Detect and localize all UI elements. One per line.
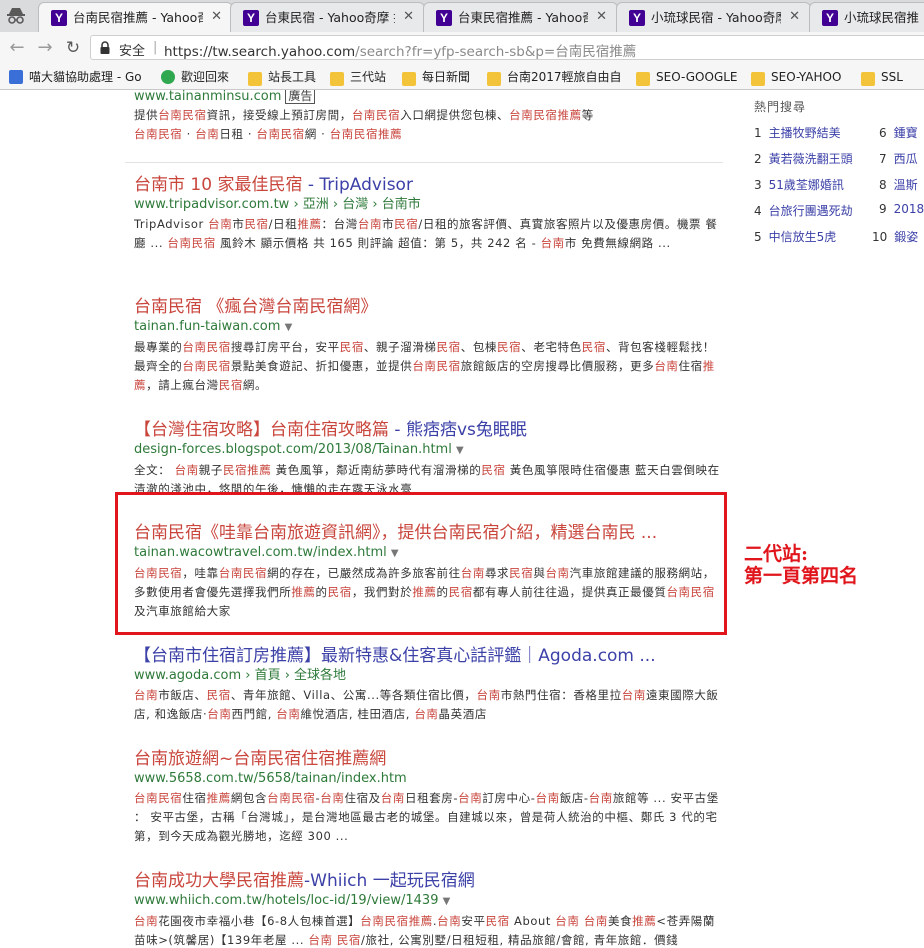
bookmarks-bar: 喵大貓協助處理 - Go 歡迎回來 站長工具 三代站 每日新聞 台南2017輕旅… bbox=[0, 63, 924, 90]
secure-label: 安全 bbox=[119, 44, 146, 59]
search-result: 台南旅遊網~台南民宿住宿推薦網 www.5658.com.tw/5658/tai… bbox=[134, 748, 722, 846]
chevron-down-icon[interactable]: ▼ bbox=[443, 896, 451, 907]
result-url[interactable]: www.5658.com.tw/5658/tainan/index.htm bbox=[134, 771, 407, 786]
yahoo-favicon-icon: Y bbox=[629, 10, 645, 26]
forward-arrow-icon[interactable]: → bbox=[34, 37, 56, 59]
yahoo-favicon-icon: Y bbox=[51, 10, 67, 26]
close-tab-icon[interactable]: ✕ bbox=[403, 9, 414, 24]
folder-icon bbox=[248, 72, 262, 86]
annotation-highlight-box bbox=[115, 492, 727, 635]
result-snippet: 台南市飯店、民宿、青年旅館、Villa、公寓...等各類住宿比價，台南市熱門住宿… bbox=[134, 688, 719, 721]
tab-1[interactable]: Y 台東民宿 - Yahoo奇摩 搜 ✕ bbox=[230, 2, 425, 32]
yahoo-favicon-icon: Y bbox=[243, 10, 259, 26]
search-result: 台南成功大學民宿推薦-Whiich 一起玩民宿網 www.whiich.com.… bbox=[134, 870, 722, 948]
hot-search-item[interactable]: 10 鍛姿 bbox=[872, 228, 918, 245]
result-snippet: TripAdvisor 台南市民宿/日租推薦：台灣台南市民宿/日租的旅客評價、真… bbox=[134, 217, 718, 250]
result-title-link[interactable]: 【台灣住宿攻略】台南住宿攻略篇 - 熊痞痞vs兔眠眠 bbox=[134, 419, 722, 441]
result-title-link[interactable]: 【台南市住宿訂房推薦】最新特惠&住客真心話評鑑｜Agoda.com ... bbox=[134, 645, 722, 667]
yahoo-favicon-icon: Y bbox=[436, 10, 452, 26]
incognito-icon bbox=[7, 8, 25, 24]
result-snippet: 台南民宿住宿推薦網包含台南民宿-台南住宿及台南日租套房-台南訂房中心-台南飯店-… bbox=[134, 791, 719, 843]
folder-icon bbox=[330, 72, 344, 86]
result-url[interactable]: www.tripadvisor.com.tw bbox=[134, 197, 289, 212]
hot-search-item[interactable]: 9 2018 bbox=[879, 202, 924, 216]
hot-search-item[interactable]: 2 黃若薇洗翻王頭 bbox=[754, 150, 853, 167]
search-result: 【台灣住宿攻略】台南住宿攻略篇 - 熊痞痞vs兔眠眠 design-forces… bbox=[134, 419, 722, 497]
result-breadcrumb[interactable]: › 首頁 › 全球各地 bbox=[245, 668, 346, 683]
hot-search-item[interactable]: 8 溫斯 bbox=[879, 176, 918, 193]
folder-icon bbox=[402, 72, 416, 86]
ad-badge: 廣告 bbox=[285, 90, 316, 104]
tab-strip: Y 台南民宿推薦 - Yahoo奇 ✕ Y 台東民宿 - Yahoo奇摩 搜 ✕… bbox=[0, 0, 924, 32]
hot-search-item[interactable]: 7 西瓜 bbox=[879, 150, 918, 167]
result-snippet: 最專業的台南民宿搜尋訂房平台，安平民宿、親子溜滑梯民宿、包棟民宿、老宅特色民宿、… bbox=[134, 340, 715, 392]
result-title-link[interactable]: 台南民宿 《瘋台灣台南民宿網》 bbox=[134, 296, 722, 318]
chevron-down-icon[interactable]: ▼ bbox=[285, 322, 293, 333]
result-breadcrumb[interactable]: › 亞洲 › 台灣 › 台南市 bbox=[293, 197, 420, 212]
search-result: 【台南市住宿訂房推薦】最新特惠&住客真心話評鑑｜Agoda.com ... ww… bbox=[134, 645, 722, 724]
folder-icon bbox=[636, 72, 650, 86]
address-bar-row: ← → ↻ 安全 | https://tw.search.yahoo.com/s… bbox=[0, 32, 924, 63]
hot-searches-header: 熱門搜尋 bbox=[754, 100, 807, 114]
hot-search-item[interactable]: 4 台旅行團遇死劫 bbox=[754, 202, 853, 219]
result-snippet: 台南花園夜市幸福小巷【6-8人包棟首選】台南民宿推薦.台南安平民宿 About … bbox=[134, 914, 716, 947]
result-snippet: 提供台南民宿資訊，接受線上預訂房間，台南民宿入口網提供您包棟、台南民宿推薦等 bbox=[134, 108, 594, 122]
hot-search-item[interactable]: 6 鍾寶 bbox=[879, 124, 918, 141]
annotation-note: 二代站: 第一頁第四名 bbox=[744, 543, 859, 587]
result-title-link[interactable]: 台南旅遊網~台南民宿住宿推薦網 bbox=[134, 748, 722, 770]
close-tab-icon[interactable]: ✕ bbox=[789, 9, 800, 24]
evernote-icon bbox=[161, 70, 175, 84]
divider bbox=[125, 162, 723, 163]
url-text[interactable]: https://tw.search.yahoo.com/search?fr=yf… bbox=[164, 40, 636, 60]
tab-0[interactable]: Y 台南民宿推薦 - Yahoo奇 ✕ bbox=[38, 2, 233, 32]
search-result: 台南市 10 家最佳民宿 - TripAdvisor www.tripadvis… bbox=[134, 174, 722, 253]
ad-result-partial: www.tainanminsu.com 廣告 提供台南民宿資訊，接受線上預訂房間，… bbox=[134, 90, 594, 144]
chevron-down-icon[interactable]: ▼ bbox=[456, 445, 464, 456]
result-title-link[interactable]: 台南成功大學民宿推薦-Whiich 一起玩民宿網 bbox=[134, 870, 722, 892]
yahoo-favicon-icon: Y bbox=[822, 10, 838, 26]
result-url[interactable]: www.whiich.com.tw/hotels/loc-id/19/view/… bbox=[134, 893, 438, 908]
back-arrow-icon[interactable]: ← bbox=[6, 37, 28, 59]
tab-3[interactable]: Y 小琉球民宿 - Yahoo奇摩 ✕ bbox=[616, 2, 811, 32]
result-url[interactable]: www.agoda.com bbox=[134, 668, 241, 683]
bookmark-cat-icon bbox=[9, 70, 23, 84]
address-bar[interactable]: 安全 | https://tw.search.yahoo.com/search?… bbox=[90, 35, 924, 60]
lock-icon bbox=[100, 41, 110, 54]
result-url[interactable]: www.tainanminsu.com bbox=[134, 90, 281, 104]
close-tab-icon[interactable]: ✕ bbox=[211, 9, 222, 24]
close-tab-icon[interactable]: ✕ bbox=[596, 9, 607, 24]
reload-icon[interactable]: ↻ bbox=[62, 37, 84, 59]
result-url[interactable]: design-forces.blogspot.com/2013/08/Taina… bbox=[134, 442, 452, 457]
search-result: 台南民宿 《瘋台灣台南民宿網》 tainan.fun-taiwan.com ▼ … bbox=[134, 296, 722, 395]
result-title-link[interactable]: 台南市 10 家最佳民宿 - TripAdvisor bbox=[134, 174, 722, 196]
result-url[interactable]: tainan.fun-taiwan.com bbox=[134, 319, 280, 334]
folder-icon bbox=[487, 72, 501, 86]
result-snippet: 台南民宿 · 台南日租 · 台南民宿網 · 台南民宿推薦 bbox=[134, 127, 403, 141]
hot-search-item[interactable]: 3 51歲荃娜婚訊 bbox=[754, 176, 844, 193]
tab-2[interactable]: Y 台東民宿推薦 - Yahoo奇 ✕ bbox=[423, 2, 618, 32]
folder-icon bbox=[751, 72, 765, 86]
hot-search-item[interactable]: 5 中信放生5虎 bbox=[754, 228, 836, 245]
hot-search-item[interactable]: 1 主播牧野結美 bbox=[754, 124, 841, 141]
tab-4[interactable]: Y 小琉球民宿推 bbox=[809, 2, 924, 32]
hot-searches-panel: 熱門搜尋 1 主播牧野結美 2 黃若薇洗翻王頭 3 51歲荃娜婚訊 4 台旅行團遇死劫 … bbox=[754, 98, 924, 244]
folder-icon bbox=[861, 72, 875, 86]
address-separator: | bbox=[153, 40, 158, 55]
